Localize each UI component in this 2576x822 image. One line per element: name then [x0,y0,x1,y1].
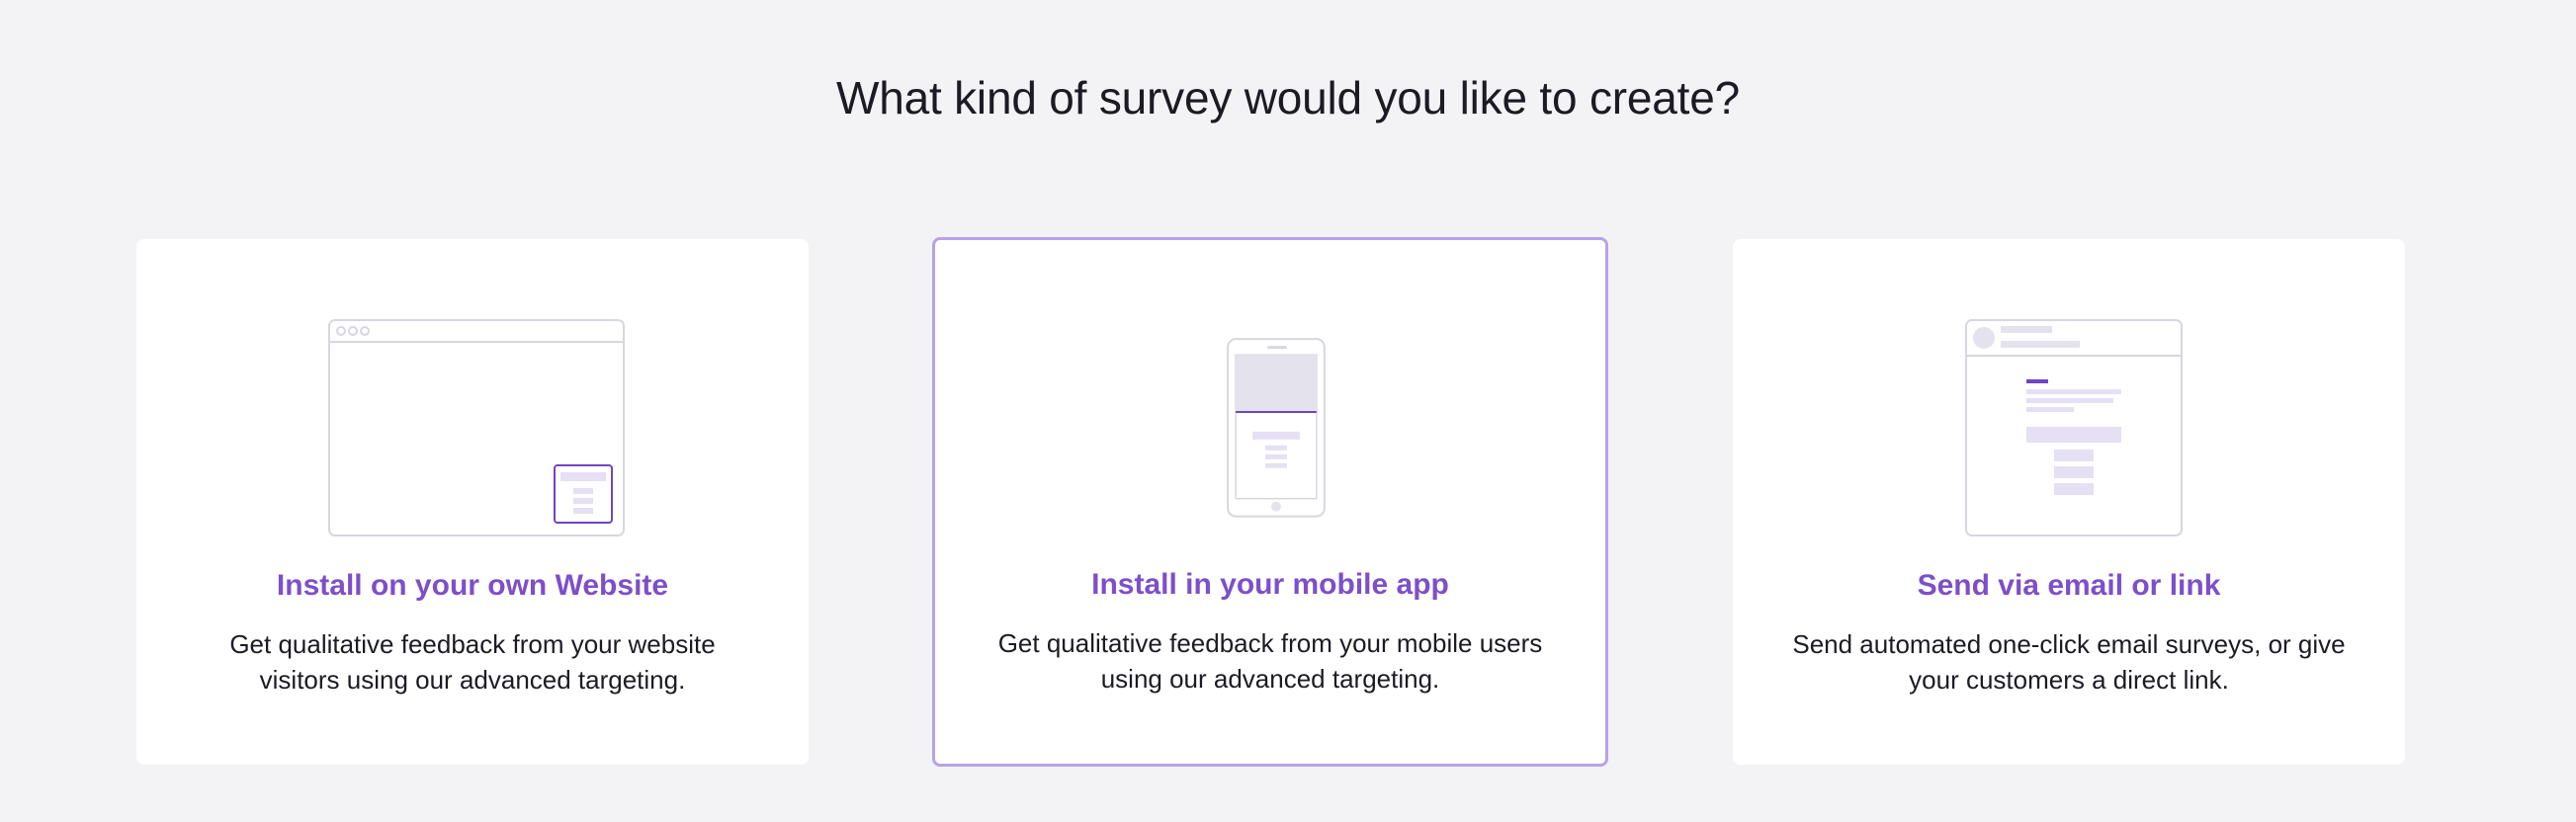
browser-window-icon [328,319,625,536]
card-description: Send automated one-click email surveys, … [1792,629,2346,695]
mobile-app-survey-card[interactable]: Install in your mobile app Get qualitati… [932,237,1608,767]
card-title: Install on your own Website [276,569,669,602]
card-title: Install in your mobile app [1091,568,1449,601]
page-title: What kind of survey would you like to cr… [835,72,1740,123]
card-description: Get qualitative feedback from your websi… [229,629,716,695]
mobile-phone-icon [1227,338,1326,518]
card-description: Get qualitative feedback from your mobil… [997,628,1543,694]
email-survey-card[interactable]: Send via email or link Send automated on… [1733,239,2405,765]
email-message-icon [1965,319,2183,536]
survey-type-page: What kind of survey would you like to cr… [0,0,2576,822]
website-survey-card[interactable]: Install on your own Website Get qualitat… [136,239,809,765]
card-title: Send via email or link [1917,569,2221,602]
